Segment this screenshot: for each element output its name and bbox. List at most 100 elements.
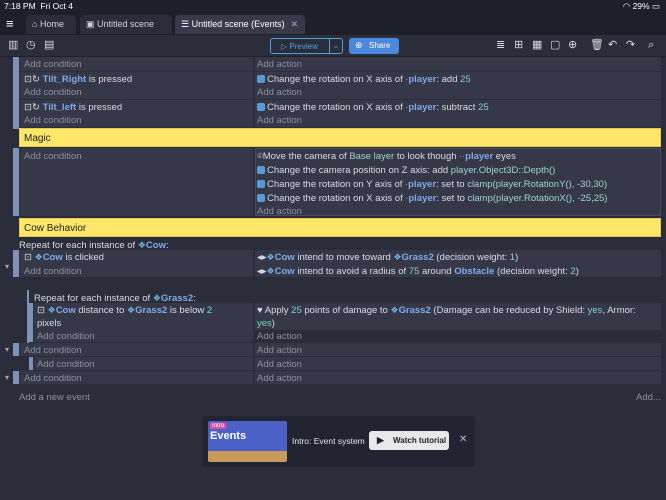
action-text: eyes (493, 151, 516, 162)
share-button[interactable]: ⊕ Share (349, 38, 399, 54)
toolbar: ▥ ◷ ▤ ▷ Preview ⌄ ⊕ Share ≣ ⊞ ▦ ▢ ⊕ 🗑 ↶ ↷… (0, 35, 666, 57)
delete-icon[interactable]: 🗑 (590, 39, 604, 51)
add-action-link[interactable]: Add action (257, 87, 302, 98)
add-condition-link[interactable]: Add condition (24, 266, 82, 277)
action-apply-damage-cont: yes) (257, 318, 275, 329)
add-condition-link[interactable]: Add condition (24, 373, 82, 384)
action-text: , Armor: (602, 305, 636, 316)
add-group-icon[interactable]: ▦ (532, 39, 542, 51)
grass-object-icon: ❖ (126, 305, 136, 315)
menu-icon[interactable]: ≡ (6, 16, 14, 31)
add-action-link[interactable]: Add action (257, 115, 302, 126)
add-condition-link[interactable]: Add condition (24, 87, 82, 98)
add-condition-link[interactable]: Add condition (24, 151, 82, 162)
group-magic[interactable]: Magic (19, 128, 661, 147)
add-condition-link[interactable]: Add condition (24, 115, 82, 126)
close-icon[interactable]: ✕ (459, 434, 467, 445)
action-text: intend to avoid a radius of (294, 266, 409, 277)
action-avoid-obstacle[interactable]: ◂▸❖Cow intend to avoid a radius of 75 ar… (257, 266, 579, 277)
add-condition-link[interactable]: Add condition (24, 59, 82, 70)
tab-label: Untitled scene (Events) (191, 19, 285, 29)
add-condition-link[interactable]: Add condition (37, 331, 95, 342)
tab-home[interactable]: ⌂ Home (26, 15, 76, 34)
event-actions (255, 357, 661, 370)
events-icon: ☰ (181, 19, 190, 29)
add-condition-link[interactable]: Add condition (24, 345, 82, 356)
event-gutter (29, 303, 33, 342)
redo-icon[interactable]: ↷ (626, 39, 635, 51)
thumbnail-ground (208, 451, 287, 462)
add-new-event-link[interactable]: Add a new event (19, 392, 90, 403)
heart-icon: ♥ (257, 305, 263, 316)
value: 2 (206, 305, 213, 316)
battery-percent: 29% (632, 1, 650, 11)
tab-scene[interactable]: ▣ Untitled scene (80, 15, 172, 34)
action-text: Change the rotation on X axis of (267, 102, 403, 113)
watch-tutorial-button[interactable]: ▶ Watch tutorial (369, 431, 449, 450)
inverted-icon: ↻ (31, 74, 40, 85)
add-action-link[interactable]: Add action (257, 206, 302, 217)
comment-icon[interactable]: ▢ (550, 39, 560, 51)
thumbnail-title: Events (210, 430, 247, 442)
action-text: (Damage can be reduced by Shield: (430, 305, 588, 316)
action-pathfinding-move[interactable]: ◂▸❖Cow intend to move toward ❖Grass2 (de… (257, 252, 518, 263)
add-action-link[interactable]: Add action (257, 373, 302, 384)
add-event-icon[interactable]: ≣ (496, 39, 505, 51)
action-rotate-x[interactable]: Change the rotation on X axis of ·player… (257, 193, 607, 204)
panels-icon[interactable]: ▥ (8, 39, 18, 51)
tutorial-title: Intro: Event system (292, 436, 365, 446)
tab-label: Home (39, 19, 64, 29)
add-more-link[interactable]: Add... (636, 392, 661, 403)
add-icon[interactable]: ⊕ (568, 39, 577, 51)
condition-tilt-left[interactable]: ⊡↻ Tilt_left is pressed (24, 102, 122, 113)
add-subevent-icon[interactable]: ⊞ (514, 39, 523, 51)
save-icon[interactable]: ▤ (44, 39, 54, 51)
collapse-icon[interactable]: ▾ (5, 373, 9, 382)
object-name: Cow (274, 266, 295, 277)
cow-object-icon: ❖ (266, 252, 275, 262)
add-action-link[interactable]: Add action (257, 359, 302, 370)
event-gutter (13, 250, 19, 277)
action-text: Change the camera position on Z axis: ad… (267, 165, 449, 176)
cube-icon (257, 194, 265, 202)
action-op: : set to (436, 193, 465, 204)
action-rotate-y[interactable]: Change the rotation on Y axis of ·player… (257, 179, 607, 190)
group-cow-behavior[interactable]: Cow Behavior (19, 218, 661, 237)
action-camera-look[interactable]: ⌾Move the camera of Base layer to look t… (257, 151, 516, 162)
action-text: Change the rotation on X axis of (267, 74, 403, 85)
object-name: player (408, 193, 437, 204)
add-action-link[interactable]: Add action (257, 331, 302, 342)
button-label: Watch tutorial (393, 436, 447, 445)
close-icon[interactable]: ✕ (291, 19, 299, 29)
value: yes (257, 318, 272, 329)
condition-cow-clicked[interactable]: ⊡ ❖Cow is clicked (24, 252, 104, 263)
object-name: Tilt_Right (42, 74, 87, 85)
preview-button[interactable]: ▷ Preview (270, 38, 330, 54)
action-text: intend to move toward (294, 252, 394, 263)
action-rotate-x[interactable]: Change the rotation on X axis of ·player… (257, 74, 471, 85)
chevron-down-icon: ⌄ (332, 41, 340, 50)
status-bar: 7:18 PM Fri Oct 4 ◠ 29% ▭ (0, 0, 666, 13)
add-action-link[interactable]: Add action (257, 59, 302, 70)
add-action-link[interactable]: Add action (257, 345, 302, 356)
undo-icon[interactable]: ↶ (608, 39, 617, 51)
condition-tilt-right[interactable]: ⊡↻ Tilt_Right is pressed (24, 74, 132, 85)
action-apply-damage[interactable]: ♥ Apply 25 points of damage to ❖Grass2 (… (257, 305, 636, 316)
add-condition-link[interactable]: Add condition (37, 359, 95, 370)
behavior-icon: ◂▸ (257, 252, 267, 263)
collapse-icon[interactable]: ▾ (5, 262, 9, 271)
action-rotate-x[interactable]: Change the rotation on X axis of ·player… (257, 102, 489, 113)
condition-distance[interactable]: ⊡ ❖Cow distance to ❖Grass2 is below 2 (37, 305, 212, 316)
tutorial-thumbnail[interactable]: Intro Events (208, 421, 287, 462)
search-icon[interactable]: ⌕ (648, 39, 654, 51)
action-camera-z[interactable]: Change the camera position on Z axis: ad… (257, 165, 555, 176)
collapse-icon[interactable]: ▾ (5, 345, 9, 354)
history-icon[interactable]: ◷ (26, 39, 36, 51)
object-name: Tilt_left (42, 102, 77, 113)
tab-events[interactable]: ☰ Untitled scene (Events) ✕ (175, 15, 305, 34)
value: 25 (478, 102, 489, 113)
status-time: 7:18 PM (4, 1, 36, 11)
value: 75 (408, 266, 420, 277)
expression: clamp(player.RotationX(), -25,25) (467, 193, 608, 204)
preview-dropdown[interactable]: ⌄ (330, 38, 343, 54)
